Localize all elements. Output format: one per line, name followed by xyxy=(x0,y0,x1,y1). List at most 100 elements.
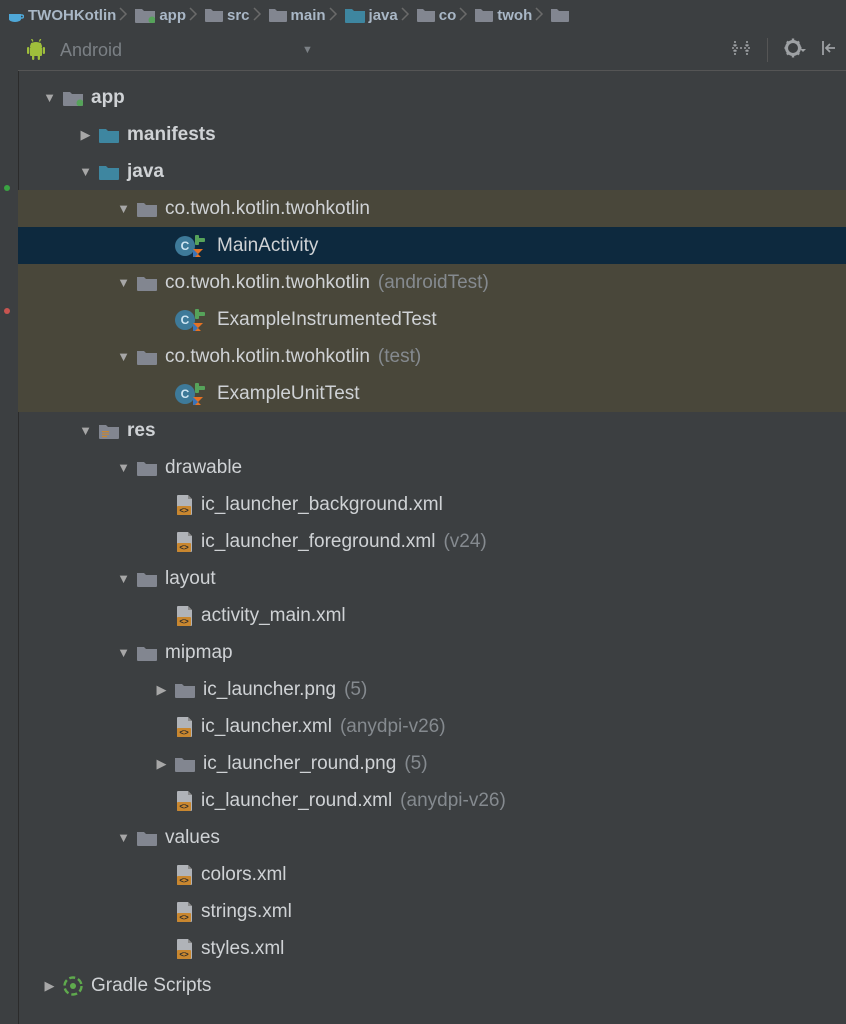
breadcrumb-more[interactable] xyxy=(551,8,573,22)
xml-icon: <> xyxy=(175,902,193,922)
package-icon xyxy=(175,756,195,772)
chevron-right-icon[interactable]: ▶ xyxy=(154,756,169,772)
tree-item-layout[interactable]: ▼layout xyxy=(18,560,846,597)
tree-item-gradle-scripts[interactable]: ▶ Gradle Scripts xyxy=(18,967,846,1004)
hide-icon[interactable] xyxy=(820,39,838,62)
tree-item-colors-xml[interactable]: <>colors.xml xyxy=(18,856,846,893)
tree-item-suffix: (anydpi-v26) xyxy=(400,790,506,812)
chevron-down-icon[interactable]: ▼ xyxy=(116,571,131,586)
tree-item-label: app xyxy=(91,87,125,109)
tree-item-label: ExampleUnitTest xyxy=(217,383,360,405)
breadcrumb-main[interactable]: main xyxy=(269,7,326,24)
tree-item-ic-launcher-round-png[interactable]: ▶ ic_launcher_round.png (5) xyxy=(18,745,846,782)
chevron-down-icon[interactable]: ▼ xyxy=(116,201,131,216)
svg-text:C: C xyxy=(181,387,190,401)
chevron-down-icon[interactable]: ▼ xyxy=(302,44,313,56)
tree-item-label: co.twoh.kotlin.twohkotlin xyxy=(165,198,370,220)
tree-item-co-twoh-kotlin-twohkotlin[interactable]: ▼co.twoh.kotlin.twohkotlin(test) xyxy=(18,338,846,375)
tree-item-java[interactable]: ▼ java xyxy=(18,153,846,190)
package-icon xyxy=(137,275,157,291)
gradle-icon xyxy=(63,976,83,996)
svg-text:<>: <> xyxy=(179,802,189,811)
status-dot-green xyxy=(4,185,10,191)
svg-text:C: C xyxy=(181,239,190,253)
chevron-down-icon[interactable]: ▼ xyxy=(116,830,131,845)
breadcrumb-java[interactable]: java xyxy=(345,7,398,24)
chevron-down-icon[interactable]: ▼ xyxy=(116,460,131,475)
chevron-down-icon[interactable]: ▼ xyxy=(116,645,131,660)
tree-item-suffix: (test) xyxy=(378,346,421,368)
tree-item-drawable[interactable]: ▼drawable xyxy=(18,449,846,486)
tree-item-res[interactable]: ▼ res xyxy=(18,412,846,449)
tree-item-exampleunittest[interactable]: C ExampleUnitTest xyxy=(18,375,846,412)
res-folder-icon xyxy=(99,423,119,439)
tree-item-label: MainActivity xyxy=(217,235,318,257)
chevron-down-icon[interactable]: ▼ xyxy=(78,423,93,438)
tree-item-label: ic_launcher_foreground.xml xyxy=(201,531,435,553)
tree-item-strings-xml[interactable]: <> strings.xml xyxy=(18,893,846,930)
tree-item-label: ic_launcher_round.png xyxy=(203,753,396,775)
breadcrumb-src[interactable]: src xyxy=(205,7,250,24)
chevron-right-icon xyxy=(329,5,342,26)
project-tree: ▼app▶manifests▼java▼co.twoh.kotlin.twohk… xyxy=(18,71,846,1004)
tree-item-label: colors.xml xyxy=(201,864,287,886)
breadcrumb-app[interactable]: app xyxy=(135,7,186,24)
tree-item-ic-launcher-background-xml[interactable]: <>ic_launcher_background.xml xyxy=(18,486,846,523)
tree-item-label: manifests xyxy=(127,124,216,146)
breadcrumb-co[interactable]: co xyxy=(417,7,457,24)
kotlin-class-icon: C xyxy=(175,309,209,331)
tree-item-exampleinstrumentedtest[interactable]: CExampleInstrumentedTest xyxy=(18,301,846,338)
tree-item-suffix: (5) xyxy=(404,753,427,775)
tree-item-ic-launcher-png[interactable]: ▶ic_launcher.png(5) xyxy=(18,671,846,708)
tree-item-ic-launcher-xml[interactable]: <>ic_launcher.xml(anydpi-v26) xyxy=(18,708,846,745)
tree-item-co-twoh-kotlin-twohkotlin[interactable]: ▼ co.twoh.kotlin.twohkotlin xyxy=(18,190,846,227)
chevron-down-icon[interactable]: ▼ xyxy=(116,275,131,290)
blue-folder-icon xyxy=(99,164,119,180)
tree-item-ic-launcher-foreground-xml[interactable]: <>ic_launcher_foreground.xml(v24) xyxy=(18,523,846,560)
package-icon xyxy=(175,682,195,698)
tree-item-label: ic_launcher.png xyxy=(203,679,336,701)
xml-icon: <> xyxy=(175,606,193,626)
android-icon xyxy=(26,39,46,61)
chevron-right-icon[interactable]: ▶ xyxy=(154,682,169,698)
view-selector[interactable]: Android xyxy=(60,40,122,61)
kotlin-class-icon: C xyxy=(175,383,209,405)
tree-item-suffix: (anydpi-v26) xyxy=(340,716,446,738)
tree-item-label: Gradle Scripts xyxy=(91,975,211,997)
tree-item-ic-launcher-round-xml[interactable]: <>ic_launcher_round.xml(anydpi-v26) xyxy=(18,782,846,819)
xml-icon: <> xyxy=(175,717,193,737)
status-dot-red xyxy=(4,308,10,314)
tree-item-activity-main-xml[interactable]: <>activity_main.xml xyxy=(18,597,846,634)
collapse-icon[interactable] xyxy=(731,38,751,63)
chevron-right-icon xyxy=(119,5,132,26)
xml-icon: <> xyxy=(175,939,193,959)
tree-item-mainactivity[interactable]: C MainActivity xyxy=(18,227,846,264)
svg-text:<>: <> xyxy=(179,950,189,959)
tree-item-label: mipmap xyxy=(165,642,233,664)
tree-item-suffix: (v24) xyxy=(443,531,486,553)
chevron-right-icon xyxy=(253,5,266,26)
divider xyxy=(767,38,768,62)
gutter xyxy=(0,30,19,1024)
package-icon xyxy=(137,201,157,217)
tree-item-label: strings.xml xyxy=(201,901,292,923)
breadcrumb-twoh[interactable]: twoh xyxy=(475,7,532,24)
gear-icon[interactable] xyxy=(784,38,806,63)
tree-item-co-twoh-kotlin-twohkotlin[interactable]: ▼co.twoh.kotlin.twohkotlin(androidTest) xyxy=(18,264,846,301)
chevron-down-icon[interactable]: ▼ xyxy=(78,164,93,179)
package-icon xyxy=(137,571,157,587)
svg-text:C: C xyxy=(181,313,190,327)
tree-item-mipmap[interactable]: ▼ mipmap xyxy=(18,634,846,671)
chevron-right-icon[interactable]: ▶ xyxy=(78,127,93,143)
tree-item-app[interactable]: ▼ app xyxy=(18,79,846,116)
tree-item-values[interactable]: ▼values xyxy=(18,819,846,856)
chevron-right-icon xyxy=(535,5,548,26)
chevron-down-icon[interactable]: ▼ xyxy=(42,90,57,105)
tree-item-manifests[interactable]: ▶ manifests xyxy=(18,116,846,153)
tree-item-styles-xml[interactable]: <>styles.xml xyxy=(18,930,846,967)
tree-item-label: res xyxy=(127,420,156,442)
chevron-right-icon[interactable]: ▶ xyxy=(42,978,57,994)
breadcrumb-TWOHKotlin[interactable]: TWOHKotlin xyxy=(8,7,116,24)
tree-item-label: java xyxy=(127,161,164,183)
chevron-down-icon[interactable]: ▼ xyxy=(116,349,131,364)
